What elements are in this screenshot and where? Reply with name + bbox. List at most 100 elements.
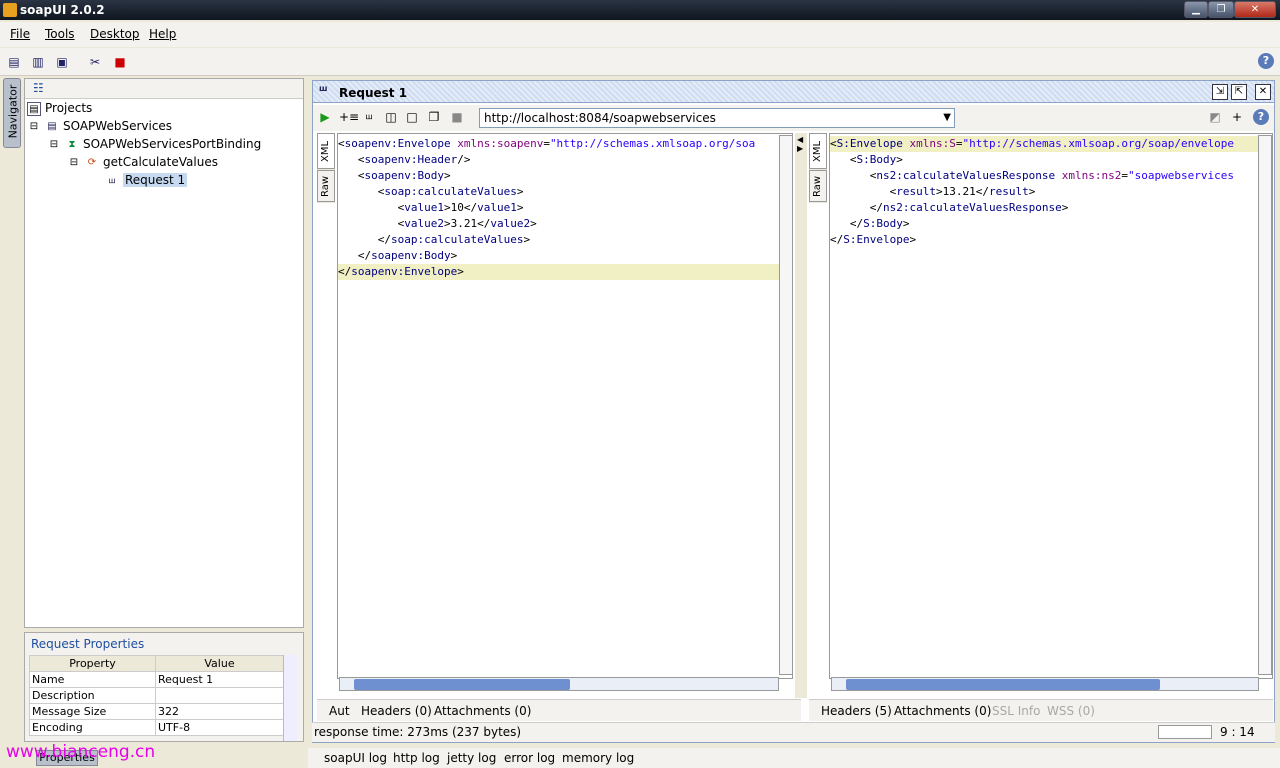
navigator-panel: ☷ ▤ Projects ⊟ ▤ SOAPWebServices ⊟ ⧗ SOAPWebS… [24,78,304,628]
request-xml-editor[interactable]: <soapenv:Envelope xmlns:soapenv="http://… [337,133,793,679]
table-row[interactable]: Message Size 322 [29,703,284,720]
tab-resp-attachments[interactable]: Attachments (0) [894,704,991,718]
menu-desktop[interactable]: Desktop [90,27,140,41]
request-editor-window: ꟺ Request 1 ⇲ ⇱ ✕ ▶ +≡ ꟺ ◫ □ ❐ ■ http://… [312,80,1275,743]
tab-raw-label: Raw [320,175,332,198]
menu-file[interactable]: File [10,27,30,41]
tree-item-projects[interactable]: ▤ Projects [27,101,92,116]
endpoint-select[interactable]: http://localhost:8084/soapwebservices ▼ [479,108,955,128]
tree-item-project[interactable]: ⊟ ▤ SOAPWebServices [27,119,172,134]
minimize-editor-icon[interactable]: ⇲ [1212,84,1228,100]
tab-aut[interactable]: Aut [329,704,350,718]
help-icon[interactable]: ? [1253,109,1269,125]
preferences-icon[interactable]: ✂ [86,53,104,71]
project-icon: ▤ [47,120,57,132]
tree-label-operation: getCalculateValues [103,155,218,169]
tree-item-request[interactable]: ꟺ Request 1 [105,173,188,188]
close-button[interactable]: ✕ [1234,1,1276,18]
chevron-down-icon[interactable]: ▼ [943,112,951,123]
prop-value[interactable]: 322 [155,703,284,720]
col-property: Property [29,655,156,672]
log-tabs: soapUI log http log jetty log error log … [308,748,1280,768]
collapse-icon[interactable]: ⊟ [27,120,41,134]
response-xml-editor[interactable]: <S:Envelope xmlns:S="http://schemas.xmls… [829,133,1273,679]
menu-tools[interactable]: Tools [45,27,75,41]
response-time: response time: 273ms (237 bytes) [314,725,522,739]
splitter[interactable]: ◀ ▶ [795,133,807,698]
add-to-testcase-icon[interactable]: +≡ [339,109,359,125]
navigator-tab[interactable]: Navigator [3,78,21,148]
exit-icon[interactable]: ■ [111,53,129,71]
main-toolbar: ▤ ▥ ▣ ✂ ■ ? [0,48,1280,76]
table-row[interactable]: Name Request 1 [29,671,284,688]
tab-jetty-log[interactable]: jetty log [447,751,496,765]
tab-ssl-info[interactable]: SSL Info [992,704,1040,718]
tab-soapui-log[interactable]: soapUI log [324,751,387,765]
split-layout-icon[interactable]: ❐ [426,109,442,125]
tab-resp-raw[interactable]: Raw [809,170,827,202]
minimize-button[interactable]: ▁ [1184,1,1208,18]
format-xml-icon[interactable]: ◩ [1207,109,1223,125]
response-view-tabs: XML Raw [809,133,827,203]
properties-title: Request Properties [31,637,145,651]
tab-http-log[interactable]: http log [393,751,440,765]
close-editor-icon[interactable]: ✕ [1255,84,1271,100]
tab-xml[interactable]: XML [317,133,335,169]
tab-req-attachments[interactable]: Attachments (0) [434,704,531,718]
new-project-icon[interactable]: ▤ [5,53,23,71]
maximize-button[interactable]: ❐ [1208,1,1234,18]
properties-scrollbar[interactable] [283,655,297,741]
tree-item-operation[interactable]: ⊟ ⟳ getCalculateValues [67,155,218,170]
prop-key: Description [29,687,156,704]
interface-icon: ⧗ [68,138,76,150]
watermark-text: www.bianceng.cn [6,742,156,762]
save-all-icon[interactable]: ▣ [53,53,71,71]
tab-raw[interactable]: Raw [317,170,335,202]
request-icon: ꟺ [108,175,116,185]
menu-bar: File Tools Desktop Help [0,22,1280,47]
tab-error-log[interactable]: error log [504,751,555,765]
request-toolbar: ▶ +≡ ꟺ ◫ □ ❐ ■ http://localhost:8084/soa… [313,105,1274,131]
splitter-arrows-icon[interactable]: ◀ ▶ [797,135,803,153]
request-hscrollbar[interactable] [339,677,779,691]
table-row[interactable]: Encoding UTF-8 [29,719,284,736]
tabs-layout-icon[interactable]: □ [404,109,420,125]
status-bar: response time: 273ms (237 bytes) 9 : 14 [312,722,1275,742]
collapse-icon[interactable]: ⊟ [67,156,81,170]
tab-resp-xml[interactable]: XML [809,133,827,169]
expand-icon[interactable]: + [1229,109,1245,125]
cancel-request-icon[interactable]: ■ [449,109,465,125]
tab-memory-log[interactable]: memory log [562,751,634,765]
submit-request-icon[interactable]: ▶ [317,109,333,125]
table-row[interactable]: Description [29,687,284,704]
tab-req-headers[interactable]: Headers (0) [361,704,432,718]
import-project-icon[interactable]: ▥ [29,53,47,71]
prop-value[interactable]: UTF-8 [155,719,284,736]
tree-item-binding[interactable]: ⊟ ⧗ SOAPWebServicesPortBinding [47,137,261,152]
help-icon[interactable]: ? [1258,53,1274,69]
navigator-tab-label: Navigator [6,84,20,139]
collapse-icon[interactable]: ⊟ [47,138,61,152]
tree-label-project: SOAPWebServices [63,119,173,133]
projects-icon: ▤ [27,101,41,116]
cursor-position: 9 : 14 [1220,725,1255,739]
list-view-icon[interactable]: ☷ [33,81,44,95]
endpoint-value: http://localhost:8084/soapwebservices [484,111,716,125]
tab-xml-label: XML [320,140,332,163]
progress-field [1158,725,1212,739]
tab-resp-headers[interactable]: Headers (5) [821,704,892,718]
menu-help[interactable]: Help [149,27,176,41]
col-value: Value [155,655,284,672]
request-bottom-tabs: Aut Headers (0) Attachments (0) [317,699,801,721]
response-vscrollbar[interactable] [1258,135,1272,675]
tab-wss[interactable]: WSS (0) [1047,704,1095,718]
prop-value[interactable]: Request 1 [155,671,284,688]
response-hscrollbar[interactable] [831,677,1259,691]
prop-value[interactable] [155,687,284,704]
recreate-request-icon[interactable]: ◫ [383,109,399,125]
restore-editor-icon[interactable]: ⇱ [1231,84,1247,100]
tab-resp-xml-label: XML [812,140,824,163]
request-vscrollbar[interactable] [779,135,793,675]
clone-request-icon[interactable]: ꟺ [361,109,377,125]
app-icon [3,3,17,17]
